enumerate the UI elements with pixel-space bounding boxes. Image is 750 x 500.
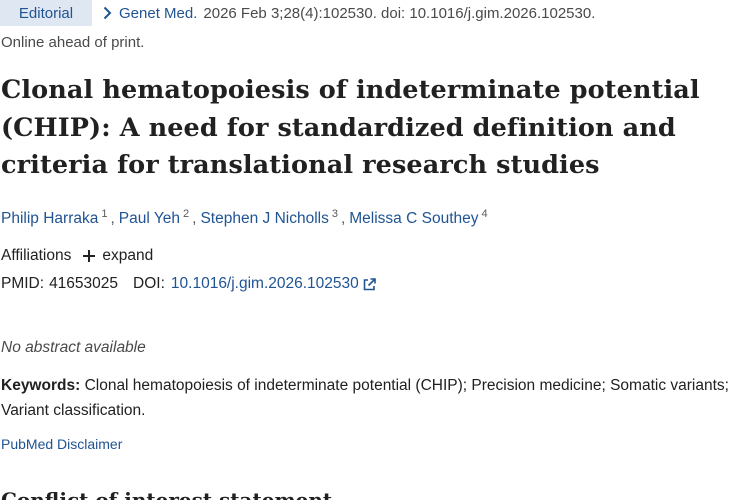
author-separator: , [340, 210, 346, 227]
external-link-icon[interactable] [363, 277, 376, 291]
author-link[interactable]: Melissa C Southey [349, 210, 478, 227]
author-affiliation-number[interactable]: 1 [101, 208, 107, 220]
keywords-label: Keywords: [1, 377, 81, 394]
author-link[interactable]: Paul Yeh [119, 210, 180, 227]
plus-icon [83, 250, 96, 262]
chevron-right-icon [103, 6, 113, 20]
article-type-badge: Editorial [0, 0, 92, 26]
author-affiliation-number[interactable]: 3 [332, 208, 338, 220]
doi-label: DOI: [133, 275, 165, 292]
keywords-text: Clonal hematopoiesis of indeterminate po… [1, 377, 729, 419]
keywords-section: Keywords: Clonal hematopoiesis of indete… [1, 373, 731, 423]
pubmed-disclaimer-link[interactable]: PubMed Disclaimer [1, 436, 122, 452]
author-separator: , [110, 210, 115, 227]
pmid-label: PMID: [1, 275, 45, 292]
citation-text: 2026 Feb 3;28(4):102530. doi: 10.1016/j.… [203, 4, 596, 22]
authors-list: Philip Harraka 1, Paul Yeh 2, Stephen J Nich… [1, 208, 491, 228]
article-title: Clonal hematopoiesis of indeterminate po… [1, 75, 700, 180]
affiliations-label: Affiliations [1, 247, 72, 264]
abstract-note: No abstract available [1, 339, 146, 356]
publication-status: Online ahead of print. [1, 34, 145, 51]
author-link[interactable]: Philip Harraka [1, 210, 98, 227]
author-affiliation-number[interactable]: 4 [482, 208, 488, 220]
citation-bar: Editorial Genet Med. 2026 Feb 3;28(4):10… [0, 0, 750, 26]
author-affiliation-number[interactable]: 2 [183, 208, 189, 220]
author-separator: , [192, 210, 197, 227]
journal-link[interactable]: Genet Med. [119, 5, 197, 22]
doi-link[interactable]: 10.1016/j.gim.2026.102530 [171, 275, 359, 293]
expand-label: expand [102, 247, 154, 264]
identifiers-row: PMID: 41653025 DOI: 10.1016/j.gim.2026.1… [1, 275, 376, 293]
expand-affiliations-button[interactable]: expand [83, 247, 153, 265]
affiliations-row: Affiliations expand [1, 247, 153, 265]
pmid-value: 41653025 [49, 275, 119, 292]
conflict-of-interest-heading: Conflict of interest statement [1, 488, 333, 500]
author-link[interactable]: Stephen J Nicholls [200, 210, 328, 227]
